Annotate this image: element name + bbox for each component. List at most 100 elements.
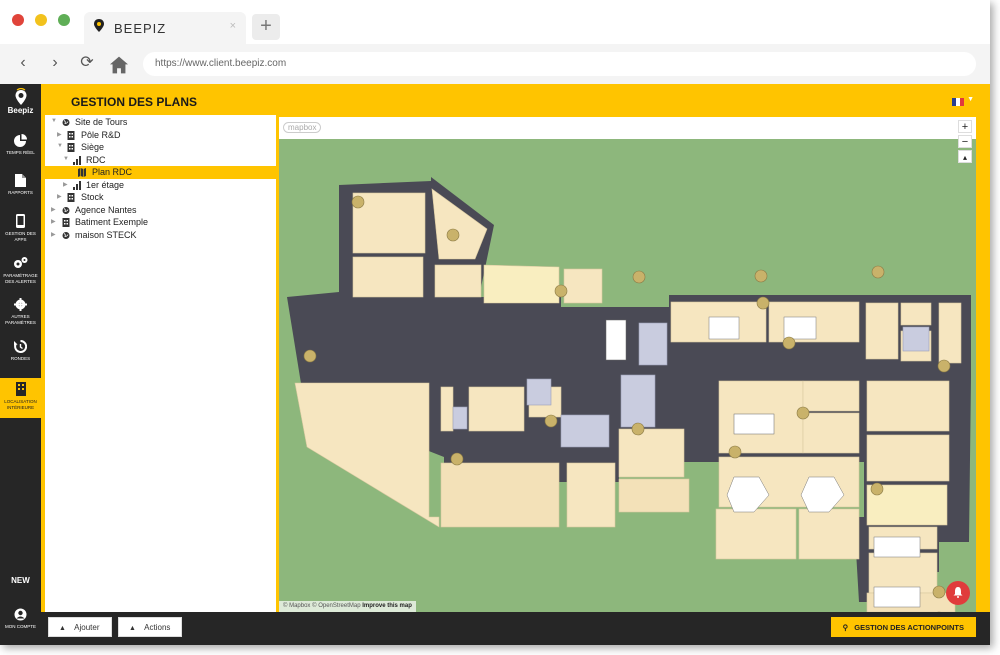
sidebar-item-mon-compte[interactable]: MON COMPTE bbox=[0, 608, 41, 638]
mapbox-logo[interactable]: mapbox bbox=[283, 122, 322, 133]
chevron-right-icon[interactable]: ▶ bbox=[57, 193, 62, 200]
chevron-down-icon[interactable]: ▼ bbox=[57, 143, 63, 149]
sidebar-item-label: GESTION DES APPS bbox=[5, 231, 36, 242]
back-icon[interactable]: ‹ bbox=[14, 54, 32, 72]
compass-icon[interactable]: ▴ bbox=[958, 150, 972, 163]
globe-icon bbox=[62, 206, 70, 214]
page-header: GESTION DES PLANS ▼ bbox=[41, 84, 990, 115]
map-header-strip: mapbox bbox=[279, 117, 976, 139]
zoom-in-button[interactable]: + bbox=[958, 120, 972, 133]
tree-node-rdc[interactable]: ▼ RDC bbox=[45, 154, 276, 167]
floor-plan[interactable] bbox=[279, 117, 976, 612]
chevron-down-icon[interactable]: ▼ bbox=[63, 156, 69, 162]
sidebar-item-gestion-apps[interactable]: GESTION DES APPS bbox=[0, 214, 41, 252]
tree-node-label: RDC bbox=[86, 154, 106, 165]
tree-node-stock[interactable]: ▶ Stock bbox=[45, 191, 276, 204]
sidebar-item-label: AUTRES PARAMÈTRES bbox=[5, 314, 36, 325]
floor-plan-map[interactable]: mapbox + − ▴ © Mapbox © OpenStreetMap Im… bbox=[279, 117, 976, 612]
tab-title: BEEPIZ bbox=[114, 21, 167, 36]
phone-icon bbox=[16, 214, 25, 228]
sidebar-item-localisation-interieure[interactable]: LOCALISATION INTÉRIEURE bbox=[0, 378, 41, 418]
globe-icon bbox=[62, 119, 70, 126]
sidebar-item-autres-parametres[interactable]: AUTRES PARAMÈTRES bbox=[0, 298, 41, 334]
sidebar-item-temps-reel[interactable]: TEMPS RÉEL bbox=[0, 134, 41, 164]
account-icon bbox=[14, 608, 27, 621]
actions-button[interactable]: ▲ Actions bbox=[118, 617, 182, 637]
gestion-actionpoints-button[interactable]: ⚲ GESTION DES ACTIONPOINTS bbox=[830, 617, 976, 637]
gear-icon bbox=[14, 298, 27, 311]
globe-icon bbox=[62, 231, 70, 239]
sidebar-item-label: TEMPS RÉEL bbox=[6, 150, 35, 155]
tab-close-icon[interactable]: × bbox=[230, 20, 236, 32]
sidebar-item-rondes[interactable]: RONDES bbox=[0, 340, 41, 370]
reload-icon[interactable]: ⟳ bbox=[78, 54, 96, 72]
tree-node-label: Plan RDC bbox=[92, 167, 133, 177]
gears-icon bbox=[14, 257, 28, 268]
tree-node-label: Pôle R&D bbox=[81, 129, 121, 140]
tree-node-1er-etage[interactable]: ▶ 1er étage bbox=[45, 179, 276, 192]
tree-node-label: Site de Tours bbox=[75, 117, 128, 127]
map-icon bbox=[78, 168, 86, 177]
floor-icon bbox=[73, 155, 81, 165]
tree-node-pole-rd[interactable]: ▶ Pôle R&D bbox=[45, 129, 276, 142]
tree-node-plan-rdc[interactable]: Plan RDC bbox=[45, 166, 276, 179]
url-input[interactable]: https://www.client.beepiz.com bbox=[143, 52, 976, 76]
tree-node-siege[interactable]: ▼ Siège bbox=[45, 141, 276, 154]
fr-flag-icon[interactable] bbox=[952, 98, 964, 106]
site-tree: ▼ Site de Tours ▶ Pôle R&D ▼ Siège ▼ RDC bbox=[45, 115, 276, 612]
minimize-window-dot[interactable] bbox=[35, 14, 47, 26]
chevron-down-icon[interactable]: ▼ bbox=[51, 118, 57, 124]
chevron-down-icon[interactable]: ▼ bbox=[967, 96, 974, 103]
maximize-window-dot[interactable] bbox=[58, 14, 70, 26]
browser-tab[interactable]: BEEPIZ × bbox=[84, 12, 246, 44]
bottom-toolbar: ▲ Ajouter ▲ Actions ⚲ GESTION DES ACTION… bbox=[41, 612, 990, 645]
chevron-right-icon[interactable]: ▶ bbox=[51, 206, 56, 213]
tree-node-batiment-exemple[interactable]: ▶ Batiment Exemple bbox=[45, 216, 276, 229]
brand-name: Beepiz bbox=[7, 106, 34, 115]
close-window-dot[interactable] bbox=[12, 14, 24, 26]
pie-chart-icon bbox=[14, 134, 27, 147]
tree-node-agence-nantes[interactable]: ▶ Agence Nantes bbox=[45, 204, 276, 217]
chevron-right-icon[interactable]: ▶ bbox=[63, 181, 68, 188]
alert-bell-button[interactable] bbox=[946, 581, 970, 605]
sidebar-item-label: RAPPORTS bbox=[8, 190, 33, 195]
sidebar-item-parametrage-alertes[interactable]: PARAMÉTRAGE DES ALERTES bbox=[0, 256, 41, 294]
tree-node-label: Batiment Exemple bbox=[75, 217, 149, 227]
tab-bar: BEEPIZ × + bbox=[0, 0, 990, 44]
tree-node-label: Siège bbox=[81, 142, 105, 152]
attribution-text[interactable]: © Mapbox © OpenStreetMap bbox=[283, 603, 361, 609]
app-container: Beepiz TEMPS RÉEL RAPPORTS GESTION DES A… bbox=[0, 84, 990, 645]
building-icon bbox=[62, 218, 70, 227]
forward-icon[interactable]: › bbox=[46, 54, 64, 72]
beepiz-logo-icon bbox=[15, 88, 26, 105]
location-pin-icon: ⚲ bbox=[842, 623, 849, 632]
zoom-out-button[interactable]: − bbox=[958, 135, 972, 148]
chevron-right-icon[interactable]: ▶ bbox=[51, 231, 56, 238]
tree-node-label: 1er étage bbox=[86, 179, 125, 190]
add-button-label: Ajouter bbox=[74, 623, 100, 632]
tree-node-site-de-tours[interactable]: ▼ Site de Tours bbox=[45, 116, 276, 129]
add-button[interactable]: ▲ Ajouter bbox=[48, 617, 112, 637]
history-icon bbox=[14, 340, 27, 353]
gestion-button-label: GESTION DES ACTIONPOINTS bbox=[854, 623, 964, 632]
building-icon bbox=[67, 130, 75, 140]
sidebar: Beepiz TEMPS RÉEL RAPPORTS GESTION DES A… bbox=[0, 84, 41, 645]
map-attribution: © Mapbox © OpenStreetMap Improve this ma… bbox=[279, 601, 416, 612]
address-bar: ‹ › ⟳ https://www.client.beepiz.com bbox=[0, 44, 990, 84]
new-tab-button[interactable]: + bbox=[252, 14, 280, 40]
brand-logo[interactable]: Beepiz bbox=[0, 88, 41, 122]
sidebar-item-label: MON COMPTE bbox=[5, 624, 36, 629]
new-badge: NEW bbox=[11, 576, 30, 585]
sidebar-item-label: RONDES bbox=[10, 356, 31, 361]
home-icon[interactable] bbox=[110, 56, 128, 74]
chevron-right-icon[interactable]: ▶ bbox=[57, 131, 62, 138]
sidebar-item-rapports[interactable]: RAPPORTS bbox=[0, 174, 41, 204]
improve-map-link[interactable]: Improve this map bbox=[362, 603, 412, 609]
tree-node-maison-steck[interactable]: ▶ maison STECK bbox=[45, 229, 276, 242]
chevron-right-icon[interactable]: ▶ bbox=[51, 218, 56, 225]
building-icon bbox=[67, 193, 75, 202]
building-icon bbox=[15, 382, 26, 396]
tree-node-label: Stock bbox=[81, 192, 104, 202]
location-pin-icon bbox=[94, 19, 104, 32]
actions-button-label: Actions bbox=[144, 623, 171, 632]
